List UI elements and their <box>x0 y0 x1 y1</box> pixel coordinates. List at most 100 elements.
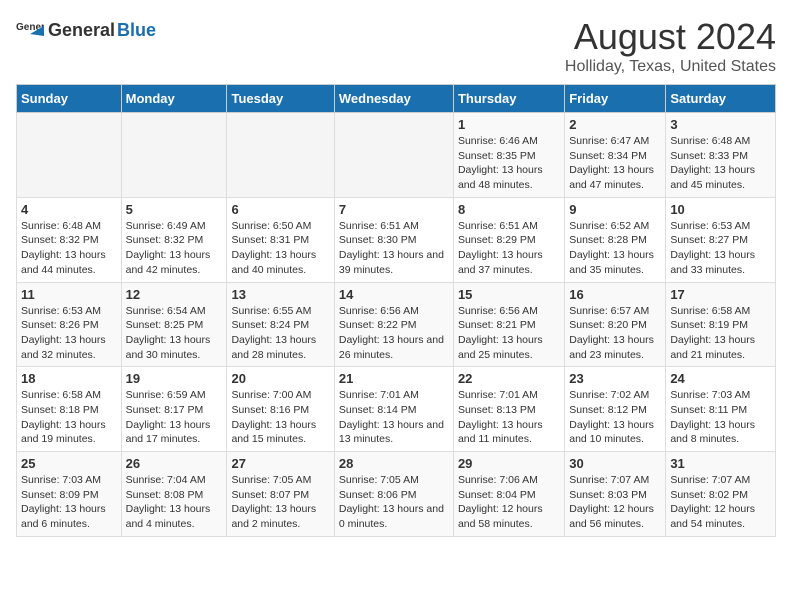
day-number: 27 <box>231 456 329 471</box>
day-number: 15 <box>458 287 560 302</box>
day-number: 1 <box>458 117 560 132</box>
day-number: 18 <box>21 371 117 386</box>
col-wednesday: Wednesday <box>334 85 453 113</box>
calendar-cell: 24 Sunrise: 7:03 AM Sunset: 8:11 PM Dayl… <box>666 367 776 452</box>
calendar-cell: 19 Sunrise: 6:59 AM Sunset: 8:17 PM Dayl… <box>121 367 227 452</box>
calendar-cell <box>17 113 122 198</box>
day-detail: Sunrise: 7:06 AM Sunset: 8:04 PM Dayligh… <box>458 473 560 532</box>
logo: General General Blue <box>16 16 156 44</box>
calendar-cell: 25 Sunrise: 7:03 AM Sunset: 8:09 PM Dayl… <box>17 452 122 537</box>
day-number: 25 <box>21 456 117 471</box>
calendar-cell: 26 Sunrise: 7:04 AM Sunset: 8:08 PM Dayl… <box>121 452 227 537</box>
calendar-week-row: 1 Sunrise: 6:46 AM Sunset: 8:35 PM Dayli… <box>17 113 776 198</box>
day-number: 30 <box>569 456 661 471</box>
calendar-table: Sunday Monday Tuesday Wednesday Thursday… <box>16 84 776 537</box>
calendar-cell: 13 Sunrise: 6:55 AM Sunset: 8:24 PM Dayl… <box>227 282 334 367</box>
col-saturday: Saturday <box>666 85 776 113</box>
col-sunday: Sunday <box>17 85 122 113</box>
calendar-cell <box>121 113 227 198</box>
calendar-week-row: 11 Sunrise: 6:53 AM Sunset: 8:26 PM Dayl… <box>17 282 776 367</box>
calendar-cell: 9 Sunrise: 6:52 AM Sunset: 8:28 PM Dayli… <box>565 197 666 282</box>
day-number: 26 <box>126 456 223 471</box>
calendar-cell: 5 Sunrise: 6:49 AM Sunset: 8:32 PM Dayli… <box>121 197 227 282</box>
calendar-cell: 22 Sunrise: 7:01 AM Sunset: 8:13 PM Dayl… <box>453 367 564 452</box>
header: General General Blue August 2024 Hollida… <box>16 16 776 76</box>
col-tuesday: Tuesday <box>227 85 334 113</box>
day-detail: Sunrise: 7:07 AM Sunset: 8:03 PM Dayligh… <box>569 473 661 532</box>
day-detail: Sunrise: 6:58 AM Sunset: 8:18 PM Dayligh… <box>21 388 117 447</box>
calendar-cell: 30 Sunrise: 7:07 AM Sunset: 8:03 PM Dayl… <box>565 452 666 537</box>
day-number: 3 <box>670 117 771 132</box>
calendar-cell: 4 Sunrise: 6:48 AM Sunset: 8:32 PM Dayli… <box>17 197 122 282</box>
calendar-header-row: Sunday Monday Tuesday Wednesday Thursday… <box>17 85 776 113</box>
day-detail: Sunrise: 7:00 AM Sunset: 8:16 PM Dayligh… <box>231 388 329 447</box>
day-detail: Sunrise: 6:57 AM Sunset: 8:20 PM Dayligh… <box>569 304 661 363</box>
day-number: 5 <box>126 202 223 217</box>
day-detail: Sunrise: 6:46 AM Sunset: 8:35 PM Dayligh… <box>458 134 560 193</box>
day-number: 9 <box>569 202 661 217</box>
day-detail: Sunrise: 6:47 AM Sunset: 8:34 PM Dayligh… <box>569 134 661 193</box>
calendar-cell: 8 Sunrise: 6:51 AM Sunset: 8:29 PM Dayli… <box>453 197 564 282</box>
col-monday: Monday <box>121 85 227 113</box>
calendar-week-row: 18 Sunrise: 6:58 AM Sunset: 8:18 PM Dayl… <box>17 367 776 452</box>
calendar-cell: 3 Sunrise: 6:48 AM Sunset: 8:33 PM Dayli… <box>666 113 776 198</box>
calendar-cell: 28 Sunrise: 7:05 AM Sunset: 8:06 PM Dayl… <box>334 452 453 537</box>
day-number: 13 <box>231 287 329 302</box>
day-detail: Sunrise: 7:07 AM Sunset: 8:02 PM Dayligh… <box>670 473 771 532</box>
day-detail: Sunrise: 7:01 AM Sunset: 8:13 PM Dayligh… <box>458 388 560 447</box>
day-number: 4 <box>21 202 117 217</box>
day-detail: Sunrise: 6:59 AM Sunset: 8:17 PM Dayligh… <box>126 388 223 447</box>
day-detail: Sunrise: 6:49 AM Sunset: 8:32 PM Dayligh… <box>126 219 223 278</box>
day-number: 17 <box>670 287 771 302</box>
calendar-cell: 10 Sunrise: 6:53 AM Sunset: 8:27 PM Dayl… <box>666 197 776 282</box>
day-detail: Sunrise: 6:52 AM Sunset: 8:28 PM Dayligh… <box>569 219 661 278</box>
calendar-cell: 12 Sunrise: 6:54 AM Sunset: 8:25 PM Dayl… <box>121 282 227 367</box>
day-detail: Sunrise: 7:04 AM Sunset: 8:08 PM Dayligh… <box>126 473 223 532</box>
calendar-cell: 29 Sunrise: 7:06 AM Sunset: 8:04 PM Dayl… <box>453 452 564 537</box>
day-number: 12 <box>126 287 223 302</box>
calendar-cell: 21 Sunrise: 7:01 AM Sunset: 8:14 PM Dayl… <box>334 367 453 452</box>
day-number: 2 <box>569 117 661 132</box>
calendar-cell: 2 Sunrise: 6:47 AM Sunset: 8:34 PM Dayli… <box>565 113 666 198</box>
calendar-cell: 17 Sunrise: 6:58 AM Sunset: 8:19 PM Dayl… <box>666 282 776 367</box>
calendar-cell <box>227 113 334 198</box>
day-number: 16 <box>569 287 661 302</box>
logo-icon: General <box>16 16 44 44</box>
calendar-week-row: 4 Sunrise: 6:48 AM Sunset: 8:32 PM Dayli… <box>17 197 776 282</box>
day-number: 22 <box>458 371 560 386</box>
calendar-cell: 16 Sunrise: 6:57 AM Sunset: 8:20 PM Dayl… <box>565 282 666 367</box>
day-detail: Sunrise: 7:03 AM Sunset: 8:09 PM Dayligh… <box>21 473 117 532</box>
day-detail: Sunrise: 7:03 AM Sunset: 8:11 PM Dayligh… <box>670 388 771 447</box>
day-number: 20 <box>231 371 329 386</box>
day-number: 14 <box>339 287 449 302</box>
day-detail: Sunrise: 7:05 AM Sunset: 8:07 PM Dayligh… <box>231 473 329 532</box>
title-area: August 2024 Holliday, Texas, United Stat… <box>565 16 776 76</box>
day-number: 19 <box>126 371 223 386</box>
day-detail: Sunrise: 7:05 AM Sunset: 8:06 PM Dayligh… <box>339 473 449 532</box>
day-detail: Sunrise: 6:48 AM Sunset: 8:33 PM Dayligh… <box>670 134 771 193</box>
day-detail: Sunrise: 6:56 AM Sunset: 8:21 PM Dayligh… <box>458 304 560 363</box>
day-number: 23 <box>569 371 661 386</box>
day-number: 24 <box>670 371 771 386</box>
main-title: August 2024 <box>565 16 776 58</box>
day-detail: Sunrise: 6:58 AM Sunset: 8:19 PM Dayligh… <box>670 304 771 363</box>
calendar-cell: 27 Sunrise: 7:05 AM Sunset: 8:07 PM Dayl… <box>227 452 334 537</box>
calendar-cell: 1 Sunrise: 6:46 AM Sunset: 8:35 PM Dayli… <box>453 113 564 198</box>
day-number: 11 <box>21 287 117 302</box>
day-detail: Sunrise: 6:48 AM Sunset: 8:32 PM Dayligh… <box>21 219 117 278</box>
day-number: 31 <box>670 456 771 471</box>
col-thursday: Thursday <box>453 85 564 113</box>
calendar-cell: 14 Sunrise: 6:56 AM Sunset: 8:22 PM Dayl… <box>334 282 453 367</box>
calendar-cell: 6 Sunrise: 6:50 AM Sunset: 8:31 PM Dayli… <box>227 197 334 282</box>
calendar-cell: 31 Sunrise: 7:07 AM Sunset: 8:02 PM Dayl… <box>666 452 776 537</box>
day-number: 28 <box>339 456 449 471</box>
calendar-cell: 18 Sunrise: 6:58 AM Sunset: 8:18 PM Dayl… <box>17 367 122 452</box>
day-detail: Sunrise: 6:54 AM Sunset: 8:25 PM Dayligh… <box>126 304 223 363</box>
day-number: 8 <box>458 202 560 217</box>
day-detail: Sunrise: 6:53 AM Sunset: 8:27 PM Dayligh… <box>670 219 771 278</box>
col-friday: Friday <box>565 85 666 113</box>
day-detail: Sunrise: 6:50 AM Sunset: 8:31 PM Dayligh… <box>231 219 329 278</box>
logo-text-general: General <box>48 20 115 41</box>
day-detail: Sunrise: 6:51 AM Sunset: 8:30 PM Dayligh… <box>339 219 449 278</box>
subtitle: Holliday, Texas, United States <box>565 58 776 76</box>
